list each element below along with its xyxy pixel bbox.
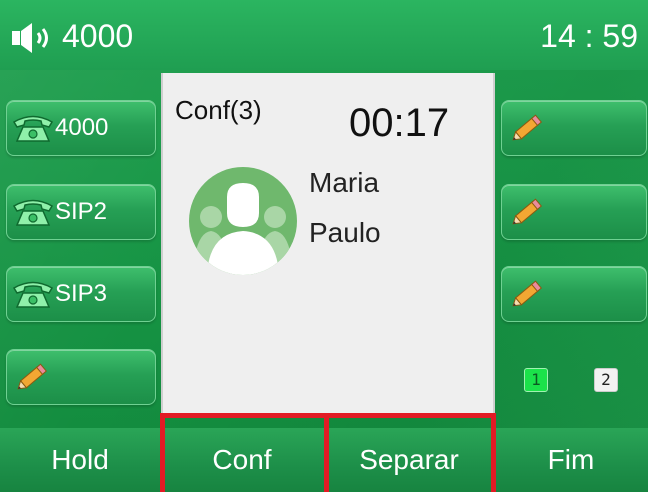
line-key-empty-4[interactable] xyxy=(6,349,156,405)
participant-name: Paulo xyxy=(309,217,381,248)
line-key-sip3[interactable]: SIP3 xyxy=(6,266,156,322)
pencil-icon xyxy=(512,280,543,307)
phone-screen: 4000 14 : 59 4000 SIP2 SIP3 1 2 Conf(3) … xyxy=(0,0,648,492)
page-1-indicator[interactable]: 1 xyxy=(524,368,548,392)
pencil-icon xyxy=(512,114,543,141)
participant-name: Maria xyxy=(309,167,380,198)
account-number: 4000 xyxy=(62,18,134,54)
clock: 14 : 59 xyxy=(540,18,638,54)
group-avatar-icon xyxy=(189,167,297,275)
conf-highlight-frame xyxy=(160,413,329,492)
line-key-sip2[interactable]: SIP2 xyxy=(6,184,156,240)
phone-icon xyxy=(12,115,54,142)
phone-icon xyxy=(12,281,54,308)
conference-label: Conf(3) xyxy=(175,95,262,125)
phone-icon xyxy=(12,199,54,226)
line-key-label: SIP3 xyxy=(55,280,108,307)
line-key-label: SIP2 xyxy=(55,198,108,225)
call-info-panel: Conf(3) 00:17 Maria Paulo xyxy=(161,73,495,413)
line-key-right-3[interactable] xyxy=(501,266,647,322)
line-key-right-2[interactable] xyxy=(501,184,647,240)
line-key-label: 4000 xyxy=(55,114,109,141)
hold-button[interactable]: Hold xyxy=(0,428,160,492)
line-key-4000[interactable]: 4000 xyxy=(6,100,156,156)
page-indicator: 1 2 xyxy=(524,368,618,392)
status-bar: 4000 14 : 59 xyxy=(0,0,648,70)
pencil-icon xyxy=(512,198,543,225)
page-2-indicator[interactable]: 2 xyxy=(594,368,618,392)
fim-button[interactable]: Fim xyxy=(494,428,648,492)
call-timer: 00:17 xyxy=(349,101,450,145)
speaker-icon xyxy=(12,23,48,53)
pencil-icon xyxy=(17,363,48,390)
separar-highlight-frame xyxy=(324,413,496,492)
line-key-right-1[interactable] xyxy=(501,100,647,156)
